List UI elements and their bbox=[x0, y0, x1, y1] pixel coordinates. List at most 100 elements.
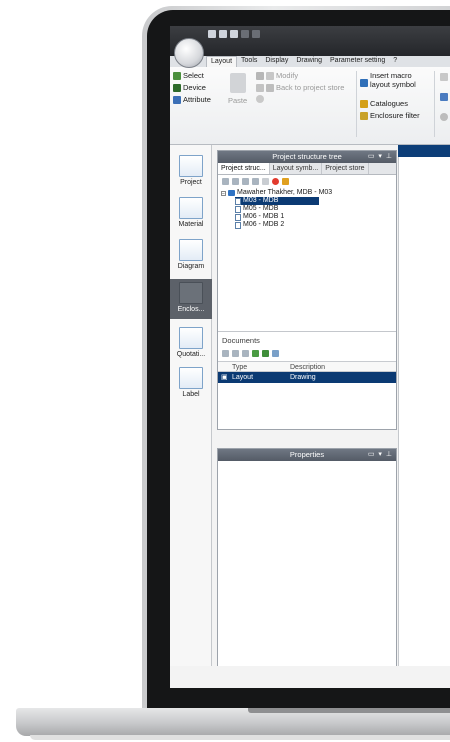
tree-tool-icon-3[interactable] bbox=[242, 178, 249, 185]
drawing-icon bbox=[235, 205, 241, 213]
quick-access-toolbar bbox=[208, 30, 260, 38]
select-icon bbox=[173, 71, 181, 80]
tab-layout[interactable]: Layout bbox=[206, 56, 238, 67]
tree-tool-icon-1[interactable] bbox=[222, 178, 229, 185]
enclosure-icon bbox=[179, 282, 203, 304]
doc-move-icon[interactable] bbox=[262, 350, 269, 357]
properties-header: Properties ▭ ▾ ⊥ bbox=[218, 449, 396, 461]
enclosure-filter-button[interactable]: Enclosure filter bbox=[360, 111, 420, 120]
nav-item-quotation[interactable]: Quotati... bbox=[170, 327, 212, 358]
properties-title: Properties bbox=[289, 450, 325, 459]
column-type[interactable]: Type bbox=[232, 362, 290, 371]
grid-header-spacer bbox=[218, 362, 232, 371]
filter-icon bbox=[360, 111, 368, 120]
refresh-icon[interactable] bbox=[440, 113, 448, 121]
insert-macro-button[interactable]: Insert macro layout symbol bbox=[360, 71, 416, 89]
doc-tool-icon-2[interactable] bbox=[232, 350, 239, 357]
tab-display[interactable]: Display bbox=[261, 56, 292, 67]
properties-pin-icon[interactable]: ▭ ▾ ⊥ bbox=[368, 449, 393, 461]
tab-project-store[interactable]: Project store bbox=[322, 163, 369, 174]
modify-button[interactable]: Modify bbox=[256, 71, 298, 80]
laptop-base-shadow bbox=[30, 735, 450, 740]
nav-item-material[interactable]: Material bbox=[170, 197, 212, 228]
left-navigator: Project Material Diagram Enclos... Quota… bbox=[170, 145, 212, 688]
tab-parameter-setting[interactable]: Parameter setting bbox=[326, 56, 389, 67]
nav-item-diagram[interactable]: Diagram bbox=[170, 239, 212, 270]
doc-add-icon[interactable] bbox=[252, 350, 259, 357]
drawing-canvas[interactable] bbox=[398, 157, 450, 688]
documents-grid-header: Type Description bbox=[218, 361, 396, 372]
table-row[interactable]: ▣ Layout Drawing bbox=[218, 372, 396, 383]
print-icon[interactable] bbox=[230, 30, 238, 38]
tree-item-label: M03 - MDB bbox=[243, 197, 279, 204]
save-icon[interactable] bbox=[208, 30, 216, 38]
tree-item-label: M06 - MDB 1 bbox=[243, 213, 285, 220]
redo-icon[interactable] bbox=[252, 30, 260, 38]
tree-tool-icon-4[interactable] bbox=[252, 178, 259, 185]
tree-item[interactable]: M03 - MDB bbox=[235, 197, 319, 205]
documents-title: Documents bbox=[222, 336, 260, 345]
tree-item[interactable]: M06 - MDB 1 bbox=[235, 213, 396, 221]
paste-button[interactable]: Paste bbox=[228, 96, 247, 105]
align-icon[interactable] bbox=[440, 93, 448, 101]
tab-project-structure[interactable]: Project struc... bbox=[218, 163, 270, 174]
catalogues-label: Catalogues bbox=[370, 99, 408, 108]
enclosure-filter-label: Enclosure filter bbox=[370, 111, 420, 120]
structure-tree: − Mawaher Thakher, MDB - M03 M03 - MDB M… bbox=[218, 189, 396, 229]
disabled-tool-icon bbox=[440, 73, 448, 81]
doc-tool-icon-3[interactable] bbox=[242, 350, 249, 357]
tree-tool-icon-2[interactable] bbox=[232, 178, 239, 185]
lock-icon[interactable] bbox=[282, 178, 289, 185]
open-icon[interactable] bbox=[219, 30, 227, 38]
tab-tools[interactable]: Tools bbox=[237, 56, 261, 67]
application-menu-button[interactable] bbox=[174, 38, 204, 68]
attribute-icon bbox=[173, 95, 181, 104]
tree-tool-icon-5[interactable] bbox=[262, 178, 269, 185]
title-bar bbox=[170, 26, 450, 56]
back-to-project-store-button[interactable]: Back to project store bbox=[256, 83, 344, 92]
device-label: Device bbox=[183, 83, 206, 92]
tree-item[interactable]: M05 - MDB bbox=[235, 205, 396, 213]
tree-item-label: M06 - MDB 2 bbox=[243, 221, 285, 228]
copy-icon bbox=[256, 83, 264, 92]
drawing-icon bbox=[235, 213, 241, 221]
ribbon-tabs: Layout Tools Display Drawing Parameter s… bbox=[206, 56, 401, 67]
nav-item-project[interactable]: Project bbox=[170, 155, 212, 186]
status-bar bbox=[170, 666, 450, 688]
catalogues-button[interactable]: Catalogues bbox=[360, 99, 408, 108]
tree-item[interactable]: M06 - MDB 2 bbox=[235, 221, 396, 229]
ribbon-group-separator bbox=[356, 71, 357, 137]
structure-toolbar bbox=[218, 175, 396, 189]
tree-item-label: M05 - MDB bbox=[243, 205, 279, 212]
stop-icon[interactable] bbox=[272, 178, 279, 185]
nav-label-enclosure: Enclos... bbox=[177, 306, 205, 313]
delete-icon bbox=[256, 95, 264, 103]
tab-layout-symbol[interactable]: Layout symb... bbox=[270, 163, 323, 174]
quotation-icon bbox=[179, 327, 203, 349]
delete-button[interactable] bbox=[256, 95, 264, 103]
insert-macro-label-line2: layout symbol bbox=[370, 80, 416, 89]
nav-item-label[interactable]: Label bbox=[170, 367, 212, 398]
attribute-button[interactable]: Attribute bbox=[173, 95, 211, 104]
tree-root[interactable]: − Mawaher Thakher, MDB - M03 bbox=[221, 189, 396, 197]
tab-drawing[interactable]: Drawing bbox=[292, 56, 326, 67]
modify-icon bbox=[266, 71, 274, 80]
nav-item-enclosure[interactable]: Enclos... bbox=[170, 279, 212, 319]
column-description[interactable]: Description bbox=[290, 362, 390, 371]
undo-icon[interactable] bbox=[241, 30, 249, 38]
tab-help[interactable]: ? bbox=[389, 56, 401, 67]
panel-pin-icon[interactable]: ▭ ▾ ⊥ bbox=[368, 151, 393, 163]
nav-label-diagram: Diagram bbox=[177, 263, 205, 270]
label-table-icon bbox=[179, 367, 203, 389]
attribute-label: Attribute bbox=[183, 95, 211, 104]
document-list-icon bbox=[179, 197, 203, 219]
collapse-icon[interactable]: − bbox=[221, 190, 226, 196]
doc-tool-icon-1[interactable] bbox=[222, 350, 229, 357]
paste-label: Paste bbox=[228, 96, 248, 105]
doc-open-icon[interactable] bbox=[272, 350, 279, 357]
paste-icon bbox=[230, 73, 246, 93]
device-button[interactable]: Device bbox=[173, 83, 206, 92]
cut-icon bbox=[256, 71, 264, 80]
select-button[interactable]: Select bbox=[173, 71, 204, 80]
insert-macro-label: Insert macro layout symbol bbox=[370, 71, 416, 89]
